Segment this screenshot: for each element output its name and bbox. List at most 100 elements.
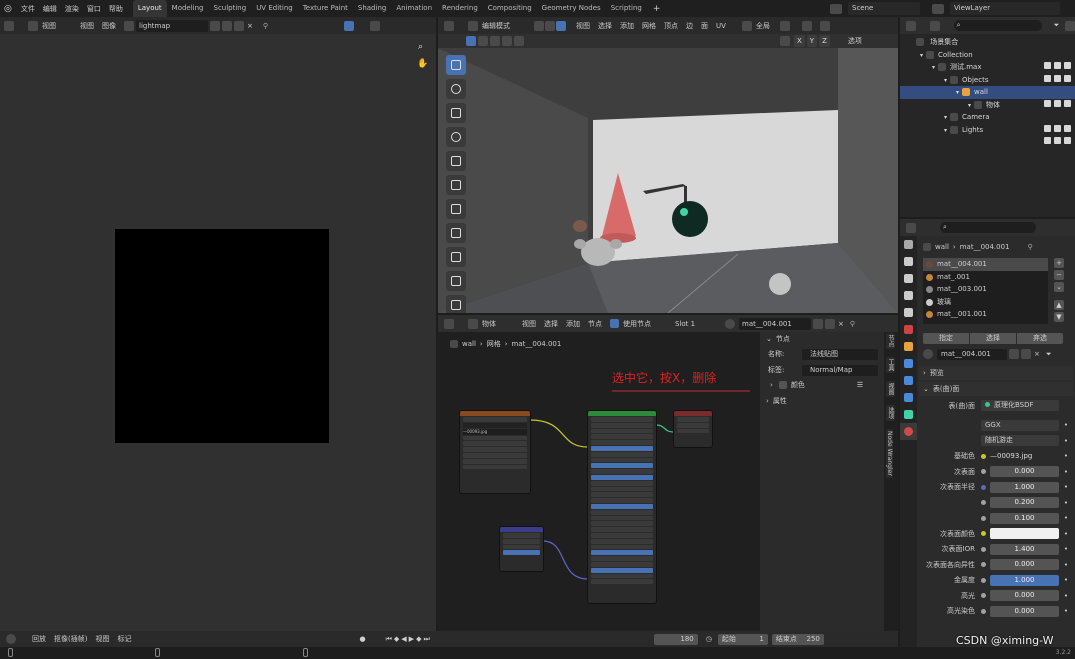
- viewport-menu-item[interactable]: 添加: [616, 21, 638, 31]
- shader-input-field[interactable]: 1.000: [990, 481, 1059, 493]
- keyframe-dot-icon[interactable]: •: [1059, 514, 1073, 522]
- duplicate-icon[interactable]: [1021, 349, 1031, 359]
- jump-end-icon[interactable]: ⏭: [423, 635, 429, 644]
- shader-input-field[interactable]: 1.400: [990, 543, 1059, 555]
- menu-item[interactable]: 渲染: [61, 4, 83, 14]
- distribution-dropdown[interactable]: GGX: [981, 419, 1059, 431]
- socket-icon[interactable]: [981, 515, 986, 521]
- outliner-item[interactable]: ▾ Lights: [900, 124, 1075, 144]
- fake-user-icon[interactable]: [1009, 349, 1019, 359]
- expand-arrow-icon[interactable]: ▾: [920, 52, 923, 59]
- move-up-button[interactable]: ▲: [1054, 300, 1064, 310]
- image-node-file[interactable]: —00093.jpg: [463, 428, 527, 435]
- color-swatch[interactable]: [990, 528, 1059, 540]
- play-reverse-icon[interactable]: ◀: [401, 635, 406, 643]
- outliner-item[interactable]: ▾ 测试.max: [900, 61, 1075, 82]
- select-invert-icon[interactable]: [502, 36, 512, 46]
- menu-item[interactable]: 文件: [17, 4, 39, 14]
- snap-icon[interactable]: [801, 20, 812, 31]
- keyframe-dot-icon[interactable]: •: [1059, 452, 1073, 460]
- socket-icon[interactable]: [981, 469, 986, 475]
- viewport-menu-item[interactable]: 边: [682, 21, 697, 31]
- keyframe-dot-icon[interactable]: •: [1059, 499, 1073, 507]
- view-layer-tab-icon[interactable]: [900, 287, 917, 304]
- name-field[interactable]: 法线贴图: [802, 348, 878, 360]
- outliner-item[interactable]: ▾ Camera: [900, 111, 1075, 132]
- outliner-item[interactable]: ▾ Collection: [900, 49, 1075, 69]
- display-channels-icon[interactable]: [370, 20, 381, 31]
- scene-field[interactable]: Scene: [848, 2, 920, 15]
- socket-icon[interactable]: [981, 608, 986, 614]
- mirror-axis-toggle[interactable]: Y: [806, 35, 818, 47]
- zoom-icon[interactable]: ⌕: [418, 42, 423, 52]
- menu-view[interactable]: 视图: [76, 21, 98, 31]
- socket-icon[interactable]: [981, 500, 986, 506]
- fake-user-icon[interactable]: [813, 318, 823, 329]
- prev-key-icon[interactable]: ◆: [394, 635, 399, 643]
- start-frame-field[interactable]: 起始 1: [717, 633, 768, 645]
- workspace-tab[interactable]: Sculpting: [209, 0, 252, 17]
- expand-arrow-icon[interactable]: ▾: [944, 114, 947, 121]
- measure-tool[interactable]: [446, 223, 466, 243]
- new-image-icon[interactable]: [222, 20, 232, 31]
- editor-type-icon[interactable]: [6, 634, 16, 644]
- search-input[interactable]: ⌕: [940, 222, 1036, 233]
- socket-icon[interactable]: [981, 593, 986, 599]
- workspace-tab[interactable]: Texture Paint: [298, 0, 353, 17]
- proportional-icon[interactable]: [819, 20, 830, 31]
- view-dropdown[interactable]: 视图: [38, 21, 76, 31]
- vertex-select-icon[interactable]: [534, 20, 544, 31]
- scale-tool[interactable]: [446, 151, 466, 171]
- jump-start-icon[interactable]: ⏮: [386, 635, 392, 644]
- new-collection-icon[interactable]: [1065, 20, 1075, 31]
- workspace-tab[interactable]: UV Editing: [251, 0, 298, 17]
- material-slot[interactable]: mat_.001: [923, 271, 1048, 284]
- viewport-menu-item[interactable]: 顶点: [660, 21, 682, 31]
- socket-icon[interactable]: [981, 484, 986, 490]
- surface-panel-header[interactable]: ⌄ 表(曲)面: [919, 382, 1073, 396]
- list-icon[interactable]: ☰: [857, 381, 863, 389]
- shader-input-field[interactable]: 1.000: [990, 574, 1059, 586]
- pin-icon[interactable]: ⚲: [850, 320, 855, 328]
- keyframe-dot-icon[interactable]: •: [1059, 561, 1073, 569]
- node-link-icon[interactable]: ⏷: [1046, 350, 1052, 359]
- shader-input-field[interactable]: 0.200: [990, 497, 1059, 509]
- select-intersect-icon[interactable]: [514, 36, 524, 46]
- render-tab-icon[interactable]: [900, 253, 917, 270]
- slot-menu-button[interactable]: ⌄: [1054, 282, 1064, 292]
- keying-menu[interactable]: 抠像(插帧): [50, 634, 91, 644]
- mode-dropdown[interactable]: 编辑模式: [478, 21, 530, 31]
- expand-arrow-icon[interactable]: ▾: [944, 77, 947, 84]
- editor-type-icon[interactable]: [906, 222, 916, 233]
- socket-icon[interactable]: [981, 562, 986, 568]
- overlay-icon[interactable]: [344, 20, 355, 31]
- orientation-dropdown[interactable]: 全局: [752, 21, 774, 31]
- blender-logo-icon[interactable]: ◎: [4, 4, 12, 14]
- shader-input-field[interactable]: 0.000: [990, 466, 1059, 478]
- outliner-root[interactable]: 场景集合: [900, 36, 1075, 49]
- expand-arrow-icon[interactable]: ▾: [956, 89, 959, 96]
- side-tab[interactable]: Node Wrangler: [886, 429, 893, 478]
- workspace-tab[interactable]: Rendering: [437, 0, 483, 17]
- keyframe-dot-icon[interactable]: •: [1059, 530, 1073, 538]
- extrude-tool[interactable]: [446, 271, 466, 291]
- shader-input-field[interactable]: 0.100: [990, 512, 1059, 524]
- shader-input-link[interactable]: —00093.jpg: [990, 451, 1059, 462]
- markers-menu[interactable]: 标记: [113, 634, 135, 644]
- output-tab-icon[interactable]: [900, 270, 917, 287]
- workspace-tab[interactable]: Scripting: [606, 0, 647, 17]
- socket-icon[interactable]: [981, 453, 986, 459]
- fake-user-icon[interactable]: [210, 20, 220, 31]
- keyframe-dot-icon[interactable]: •: [1059, 592, 1073, 600]
- remove-slot-button[interactable]: −: [1054, 270, 1064, 280]
- mirror-axis-toggle[interactable]: Z: [819, 35, 830, 47]
- close-icon[interactable]: ×: [1034, 350, 1040, 358]
- exclude-checkbox-icon[interactable]: [1044, 137, 1051, 144]
- image-name-field[interactable]: lightmap: [136, 19, 208, 32]
- move-down-button[interactable]: ▼: [1054, 312, 1064, 322]
- shader-input-field[interactable]: 0.000: [990, 590, 1059, 602]
- record-icon[interactable]: ●: [359, 635, 365, 643]
- move-tool[interactable]: [446, 103, 466, 123]
- side-tab[interactable]: 选项: [886, 405, 895, 421]
- material-slot[interactable]: mat__003.001: [923, 283, 1048, 296]
